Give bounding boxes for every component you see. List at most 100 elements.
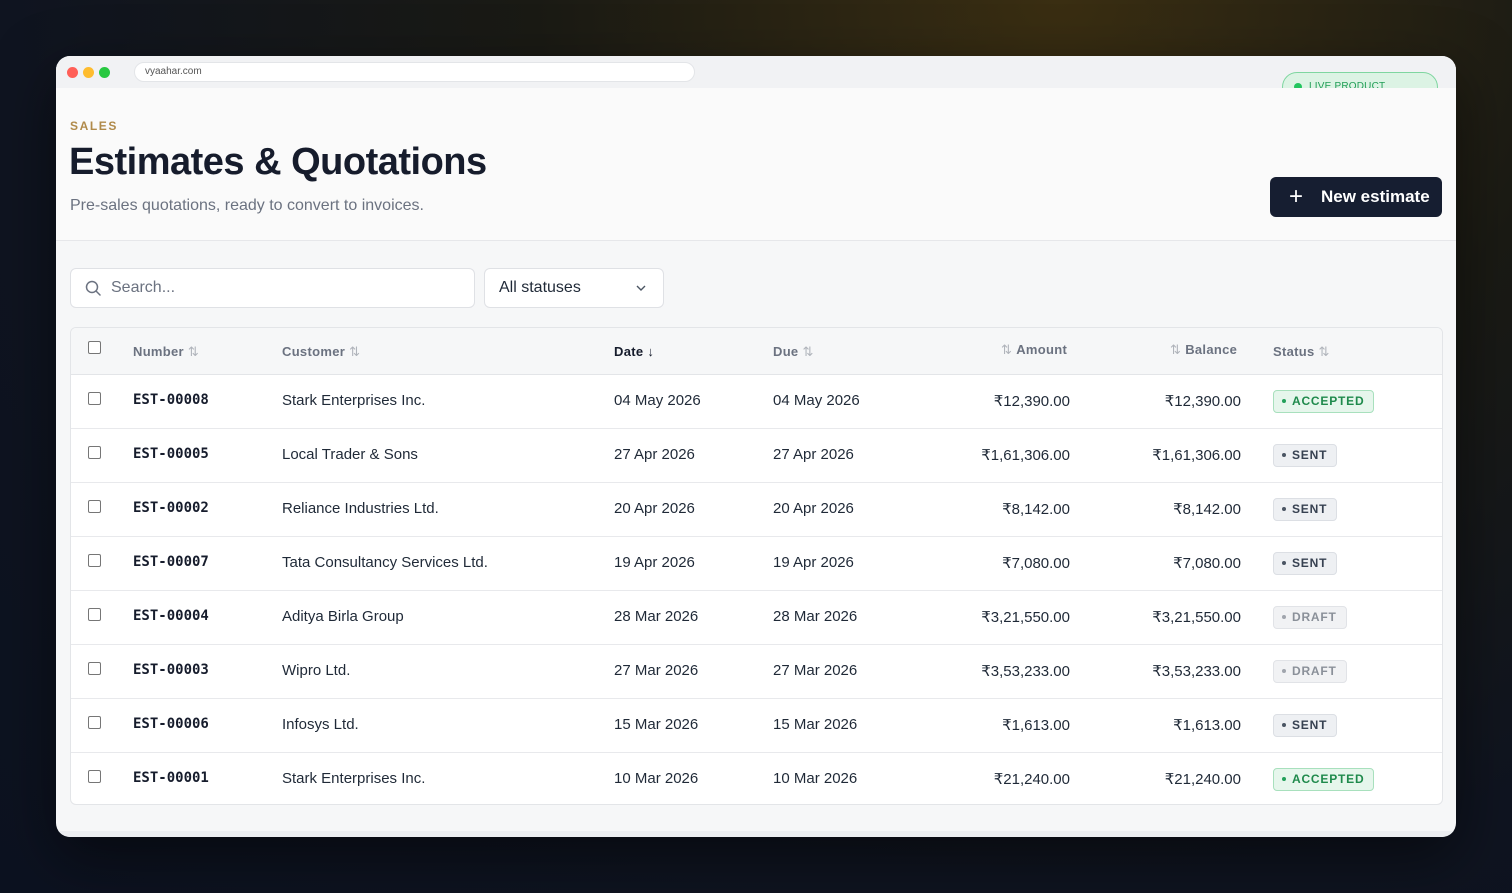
status-label: DRAFT xyxy=(1292,610,1337,624)
row-checkbox[interactable] xyxy=(88,662,101,675)
status-badge: SENT xyxy=(1273,714,1338,737)
estimate-date: 04 May 2026 xyxy=(614,392,701,409)
status-filter-select[interactable]: All statuses xyxy=(484,268,664,308)
balance-value: ₹12,390.00 xyxy=(1164,393,1241,410)
customer-name: Reliance Industries Ltd. xyxy=(282,500,439,517)
column-header-date[interactable]: Date ↓ xyxy=(614,344,654,359)
search-input[interactable]: Search... xyxy=(70,268,475,308)
row-checkbox[interactable] xyxy=(88,554,101,567)
column-customer-label: Customer xyxy=(282,344,346,359)
status-dot-icon xyxy=(1282,452,1286,457)
amount-value: ₹3,53,233.00 xyxy=(981,663,1070,680)
sort-icon: ⇅ xyxy=(349,344,361,359)
table-row[interactable]: EST-00008 Stark Enterprises Inc. 04 May … xyxy=(71,375,1442,429)
table-row[interactable]: EST-00007 Tata Consultancy Services Ltd.… xyxy=(71,537,1442,591)
balance-value: ₹1,613.00 xyxy=(1173,717,1241,734)
table-row[interactable]: EST-00003 Wipro Ltd. 27 Mar 2026 27 Mar … xyxy=(71,645,1442,699)
amount-value: ₹3,21,550.00 xyxy=(981,609,1070,626)
column-amount-label: Amount xyxy=(1016,342,1068,357)
column-header-balance[interactable]: ⇅ Balance xyxy=(1170,342,1237,358)
table-header: Number ⇅ Customer ⇅ Date ↓ Due ⇅ ⇅ Amount ⇅ Ba… xyxy=(71,328,1442,375)
amount-value: ₹1,61,306.00 xyxy=(981,447,1070,464)
sort-icon: ⇅ xyxy=(187,344,200,359)
sort-icon: ⇅ xyxy=(802,344,814,359)
column-date-label: Date xyxy=(614,344,644,359)
balance-value: ₹7,080.00 xyxy=(1173,555,1241,572)
estimate-number[interactable]: EST-00003 xyxy=(133,662,209,678)
close-window-button[interactable] xyxy=(67,67,78,78)
amount-value: ₹21,240.00 xyxy=(993,771,1070,788)
row-checkbox[interactable] xyxy=(88,770,101,783)
balance-value: ₹3,21,550.00 xyxy=(1152,609,1241,626)
status-label: ACCEPTED xyxy=(1292,394,1365,408)
estimate-number[interactable]: EST-00006 xyxy=(133,716,209,732)
table-row[interactable]: EST-00006 Infosys Ltd. 15 Mar 2026 15 Ma… xyxy=(71,699,1442,753)
column-header-due[interactable]: Due ⇅ xyxy=(773,344,814,360)
estimates-table: Number ⇅ Customer ⇅ Date ↓ Due ⇅ ⇅ Amount ⇅ Ba… xyxy=(70,327,1443,805)
column-header-number[interactable]: Number ⇅ xyxy=(133,344,199,360)
estimate-number[interactable]: EST-00008 xyxy=(133,392,209,408)
status-dot-icon xyxy=(1282,614,1286,619)
amount-value: ₹1,613.00 xyxy=(1002,717,1070,734)
page-title: Estimates & Quotations xyxy=(69,141,487,183)
status-label: DRAFT xyxy=(1292,664,1337,678)
row-checkbox[interactable] xyxy=(88,716,101,729)
estimate-number[interactable]: EST-00007 xyxy=(133,554,209,570)
browser-window: vyaahar.com LIVE PRODUCT SALES Estimates… xyxy=(56,56,1456,837)
select-all-checkbox[interactable] xyxy=(88,341,101,354)
column-header-customer[interactable]: Customer ⇅ xyxy=(282,344,360,360)
table-row[interactable]: EST-00002 Reliance Industries Ltd. 20 Ap… xyxy=(71,483,1442,537)
sort-icon: ⇅ xyxy=(1001,342,1013,357)
customer-name: Infosys Ltd. xyxy=(282,716,359,733)
customer-name: Wipro Ltd. xyxy=(282,662,351,679)
balance-value: ₹8,142.00 xyxy=(1173,501,1241,518)
customer-name: Tata Consultancy Services Ltd. xyxy=(282,554,488,571)
row-checkbox[interactable] xyxy=(88,608,101,621)
estimate-date: 15 Mar 2026 xyxy=(614,716,699,733)
customer-name: Aditya Birla Group xyxy=(282,608,404,625)
due-date: 20 Apr 2026 xyxy=(773,500,854,517)
status-badge: DRAFT xyxy=(1273,660,1347,683)
estimate-number[interactable]: EST-00002 xyxy=(133,500,209,516)
row-checkbox[interactable] xyxy=(88,446,101,459)
column-header-status[interactable]: Status ⇅ xyxy=(1273,344,1330,360)
amount-value: ₹7,080.00 xyxy=(1002,555,1070,572)
new-estimate-button[interactable]: + New estimate xyxy=(1270,177,1442,217)
row-checkbox[interactable] xyxy=(88,392,101,405)
status-dot-icon xyxy=(1282,776,1286,781)
minimize-window-button[interactable] xyxy=(83,67,94,78)
status-label: ACCEPTED xyxy=(1292,772,1365,786)
status-label: SENT xyxy=(1292,718,1328,732)
maximize-window-button[interactable] xyxy=(99,67,110,78)
status-dot-icon xyxy=(1282,560,1286,565)
due-date: 10 Mar 2026 xyxy=(773,770,858,787)
amount-value: ₹8,142.00 xyxy=(1002,501,1070,518)
customer-name: Stark Enterprises Inc. xyxy=(282,770,426,787)
row-checkbox[interactable] xyxy=(88,500,101,513)
column-header-amount[interactable]: ⇅ Amount xyxy=(1001,342,1067,358)
estimate-date: 19 Apr 2026 xyxy=(614,554,695,571)
amount-value: ₹12,390.00 xyxy=(993,393,1070,410)
section-eyebrow: SALES xyxy=(70,119,119,133)
estimate-number[interactable]: EST-00004 xyxy=(133,608,209,624)
table-body: EST-00008 Stark Enterprises Inc. 04 May … xyxy=(71,375,1442,804)
balance-value: ₹21,240.00 xyxy=(1164,771,1241,788)
due-date: 15 Mar 2026 xyxy=(773,716,858,733)
bottom-divider xyxy=(56,831,1456,837)
estimate-number[interactable]: EST-00005 xyxy=(133,446,209,462)
chevron-down-icon xyxy=(636,285,646,291)
page-subtitle: Pre-sales quotations, ready to convert t… xyxy=(70,197,424,214)
table-row[interactable]: EST-00005 Local Trader & Sons 27 Apr 202… xyxy=(71,429,1442,483)
estimate-number[interactable]: EST-00001 xyxy=(133,770,209,786)
table-row[interactable]: EST-00001 Stark Enterprises Inc. 10 Mar … xyxy=(71,753,1442,804)
status-label: SENT xyxy=(1292,556,1328,570)
table-row[interactable]: EST-00004 Aditya Birla Group 28 Mar 2026… xyxy=(71,591,1442,645)
balance-value: ₹3,53,233.00 xyxy=(1152,663,1241,680)
estimate-date: 10 Mar 2026 xyxy=(614,770,699,787)
status-dot-icon xyxy=(1282,668,1286,673)
status-badge: SENT xyxy=(1273,552,1338,575)
search-placeholder: Search... xyxy=(111,279,176,296)
address-bar[interactable]: vyaahar.com xyxy=(134,62,695,82)
due-date: 27 Mar 2026 xyxy=(773,662,858,679)
status-badge: ACCEPTED xyxy=(1273,768,1375,791)
